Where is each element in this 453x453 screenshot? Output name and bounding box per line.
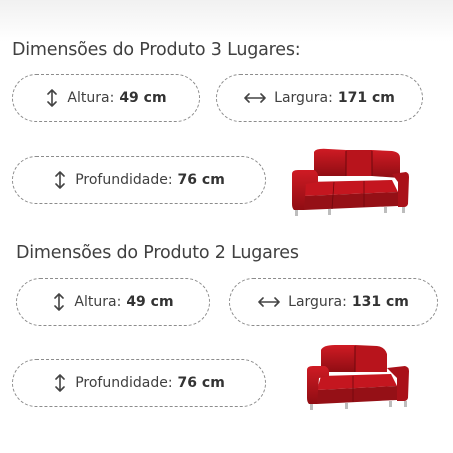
height-label: Altura: [74,294,122,310]
height-label: Altura: [67,90,115,106]
height-value: 49 cm [119,90,167,106]
height-pill-2-seats: Altura: 49 cm [16,278,210,326]
depth-pill-2-seats: Profundidade: 76 cm [12,359,266,407]
width-value: 171 cm [337,90,395,106]
vertical-arrow-icon [45,89,59,107]
horizontal-arrow-icon [244,92,266,104]
sofa-2-seat-image [307,345,409,410]
top-strip [0,0,453,42]
section-title-3-seats: Dimensões do Produto 3 Lugares: [12,40,301,60]
section-title-2-seats: Dimensões do Produto 2 Lugares [16,243,299,263]
depth-label: Profundidade: [75,172,173,188]
sofa-3-seat-image [292,148,409,216]
depth-label: Profundidade: [75,375,173,391]
vertical-arrow-icon [53,171,67,189]
width-pill-2-seats: Largura: 131 cm [229,278,438,326]
depth-value: 76 cm [177,172,225,188]
width-pill-3-seats: Largura: 171 cm [216,74,423,122]
depth-value: 76 cm [177,375,225,391]
height-value: 49 cm [126,294,174,310]
vertical-arrow-icon [53,374,67,392]
width-label: Largura: [288,294,347,310]
width-label: Largura: [274,90,333,106]
height-pill-3-seats: Altura: 49 cm [12,74,200,122]
vertical-arrow-icon [52,293,66,311]
depth-pill-3-seats: Profundidade: 76 cm [12,156,266,204]
horizontal-arrow-icon [258,296,280,308]
width-value: 131 cm [351,294,409,310]
